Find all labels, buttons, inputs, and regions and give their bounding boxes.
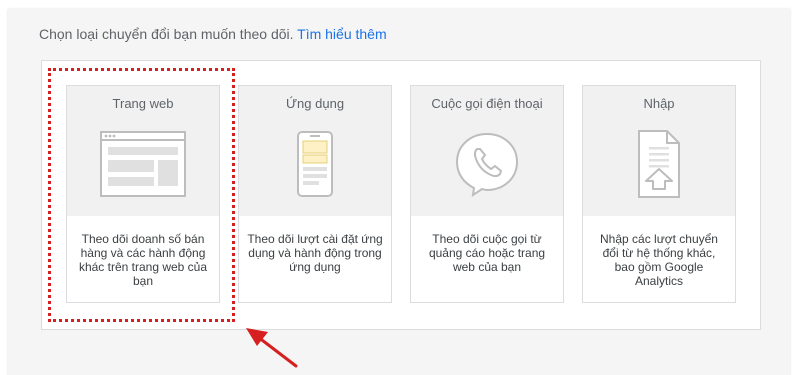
phone-call-conversion-card[interactable]: Cuộc gọi điện thoại Theo dõi cuộc gọi từ… (410, 85, 564, 303)
card-description: Theo dõi doanh số bán hàng và các hành đ… (78, 232, 208, 288)
website-conversion-card[interactable]: Trang web Theo dõi doanh số bán hàng và … (66, 85, 220, 303)
app-conversion-card[interactable]: Ứng dụng Theo dõi lượt cài đặt ứng dụng … (238, 85, 392, 303)
card-header: Nhập (583, 86, 735, 216)
prompt-text: Chọn loại chuyển đổi bạn muốn theo dõi. (39, 26, 294, 42)
card-title: Trang web (112, 96, 174, 111)
learn-more-link[interactable]: Tìm hiểu thêm (297, 26, 386, 42)
card-title: Cuộc gọi điện thoại (431, 96, 543, 111)
card-header: Trang web (67, 86, 219, 216)
card-header: Cuộc gọi điện thoại (411, 86, 563, 216)
card-description: Theo dõi cuộc gọi từ quảng cáo hoặc tran… (428, 232, 546, 274)
card-description: Nhập các lượt chuyển đổi từ hệ thống khá… (600, 232, 718, 288)
card-description: Theo dõi lượt cài đặt ứng dụng và hành đ… (247, 232, 383, 274)
card-header: Ứng dụng (239, 86, 391, 216)
phone-call-icon (453, 131, 521, 202)
conversion-type-panel: Chọn loại chuyển đổi bạn muốn theo dõi. … (8, 8, 790, 375)
conversion-type-prompt: Chọn loại chuyển đổi bạn muốn theo dõi. … (39, 26, 387, 42)
website-icon (100, 130, 186, 202)
mobile-app-icon (297, 130, 333, 202)
red-arrow-icon (240, 318, 300, 375)
import-conversion-card[interactable]: Nhập Nhập các lượt chuyển đổi từ hệ thốn… (582, 85, 736, 303)
import-file-icon (637, 129, 681, 204)
card-title: Nhập (643, 96, 675, 111)
conversion-card-group: Trang web Theo dõi doanh số bán hàng và … (41, 60, 761, 330)
card-title: Ứng dụng (285, 96, 345, 111)
